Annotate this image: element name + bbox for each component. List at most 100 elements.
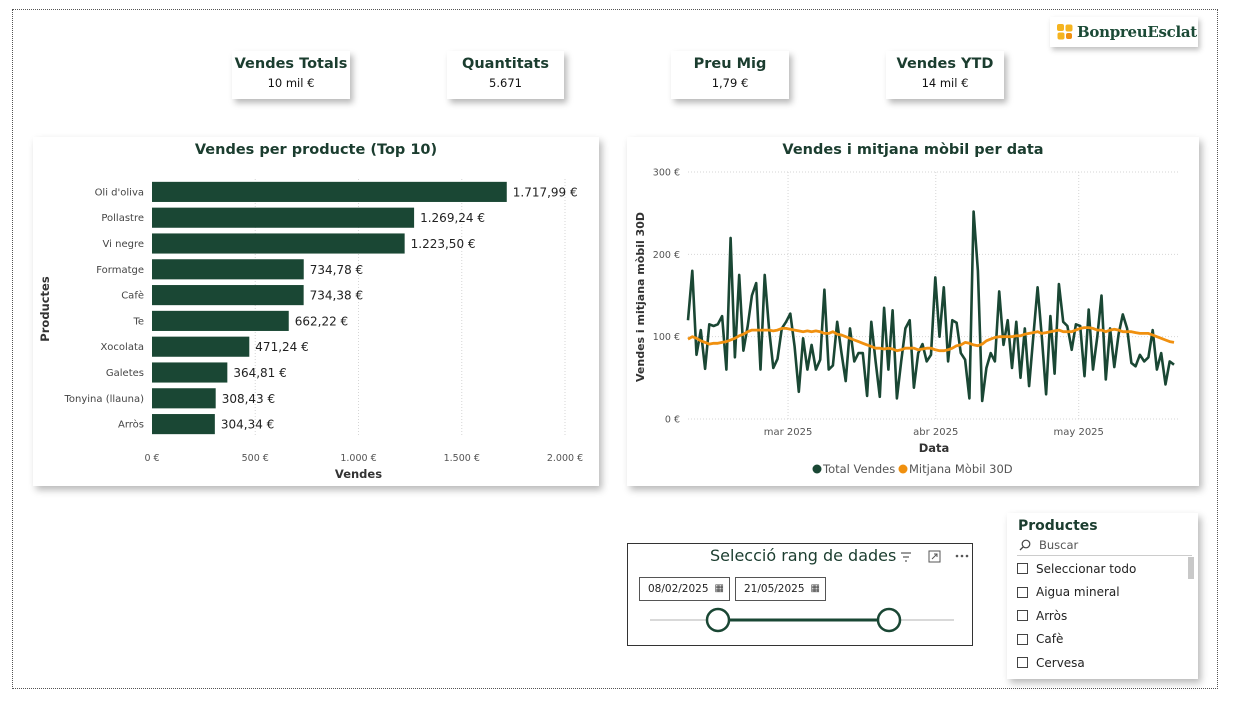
list-item[interactable]: Aigua mineral [1017, 581, 1187, 605]
data-label: 1.717,99 € [513, 185, 578, 199]
products-search[interactable]: Buscar [1017, 537, 1192, 556]
logo-text: BonpreuEsclat [1077, 23, 1197, 41]
kpi-card-quantitats[interactable]: Quantitats 5.671 [447, 51, 564, 99]
scrollbar[interactable] [1188, 557, 1194, 579]
more-options-icon[interactable] [955, 554, 969, 558]
bar [152, 388, 216, 409]
y-tick-label: Galetes [106, 368, 144, 379]
list-item-label: Cafè [1036, 632, 1064, 647]
x-axis-title: Vendes [335, 467, 382, 481]
legend-label: Total Vendes [822, 462, 895, 476]
y-tick-label: Vi negre [103, 239, 144, 250]
bar [152, 259, 304, 280]
slider-start-handle[interactable] [705, 607, 731, 633]
kpi-value: 14 mil € [921, 76, 969, 90]
x-tick-label: mar 2025 [764, 427, 813, 438]
bar [152, 310, 289, 331]
start-date-input[interactable]: 08/02/2025 ▦ [639, 577, 730, 601]
line-chart-card[interactable]: Vendes i mitjana mòbil per data 0 €100 €… [627, 137, 1199, 486]
data-label: 471,24 € [255, 340, 308, 354]
start-date-value: 08/02/2025 [648, 583, 709, 595]
y-tick-label: 0 € [665, 415, 680, 426]
kpi-card-vendes-ytd[interactable]: Vendes YTD 14 mil € [886, 51, 1004, 99]
filter-icon[interactable] [900, 551, 912, 563]
x-tick-label: 1.500 € [444, 453, 480, 464]
kpi-value: 10 mil € [267, 76, 315, 90]
list-item-label: Cervesa [1036, 655, 1085, 670]
list-item[interactable]: Arròs [1017, 604, 1187, 628]
date-range-title: Selecció rang de dades [710, 546, 897, 565]
kpi-title: Vendes Totals [234, 56, 348, 72]
checkbox[interactable] [1017, 563, 1028, 575]
date-range-slicer[interactable]: Selecció rang de dades 08/02/2025 ▦ 21/0… [627, 543, 973, 646]
checkbox[interactable] [1017, 610, 1028, 622]
data-label: 1.269,24 € [420, 211, 485, 225]
logo-icon [1057, 24, 1073, 40]
slider-end-handle[interactable] [876, 607, 902, 633]
kpi-card-preu-mig[interactable]: Preu Mig 1,79 € [671, 51, 789, 99]
line-chart: 0 € 100 € 200 € 300 € mar 2025 abr 2025 may 20… [634, 168, 1179, 476]
focus-mode-icon[interactable] [928, 550, 941, 563]
x-tick-label: 0 € [144, 453, 159, 464]
bar [152, 285, 304, 306]
y-tick-label: 300 € [653, 168, 680, 179]
checkbox[interactable] [1017, 586, 1028, 598]
y-tick-label: Pollastre [101, 213, 144, 224]
bar [152, 414, 215, 435]
calendar-icon[interactable]: ▦ [811, 578, 820, 600]
legend-label: Mitjana Mòbil 30D [909, 462, 1013, 476]
y-tick-label: Xocolata [100, 342, 144, 353]
y-tick-label: 200 € [653, 250, 680, 261]
kpi-title: Quantitats [462, 56, 549, 72]
bar [152, 207, 415, 228]
y-tick-label: Tonyina (llauna) [64, 394, 145, 405]
kpi-value: 1,79 € [711, 76, 749, 90]
search-placeholder: Buscar [1039, 538, 1079, 552]
search-icon [1019, 539, 1031, 551]
list-item-label: Arròs [1036, 608, 1068, 623]
list-item-label: Aigua mineral [1036, 585, 1120, 600]
date-range-slider[interactable] [628, 604, 974, 644]
products-slicer[interactable]: Productes Buscar Seleccionar todo Aigua … [1007, 513, 1198, 679]
checkbox[interactable] [1017, 633, 1028, 645]
bar-chart: 0 € 500 € 1.000 € 1.500 € 2.000 € Oli d'oliva… [38, 179, 583, 481]
data-label: 364,81 € [233, 366, 286, 380]
list-item-label: Seleccionar todo [1036, 561, 1137, 576]
end-date-value: 21/05/2025 [744, 583, 805, 595]
end-date-input[interactable]: 21/05/2025 ▦ [735, 577, 826, 601]
kpi-title: Vendes YTD [896, 56, 994, 72]
data-label: 734,78 € [310, 263, 363, 277]
x-tick-label: 1.000 € [340, 453, 376, 464]
kpi-title: Preu Mig [693, 56, 767, 72]
y-tick-label: 100 € [653, 332, 680, 343]
data-label: 662,22 € [295, 314, 348, 328]
x-tick-label: abr 2025 [913, 427, 958, 438]
y-axis-title: Productes [38, 276, 52, 342]
bar [152, 336, 250, 357]
legend-marker [812, 464, 822, 474]
series-line-total-vendes [686, 210, 1175, 403]
list-item[interactable]: Cervesa [1017, 651, 1187, 675]
calendar-icon[interactable]: ▦ [715, 578, 724, 600]
list-item[interactable]: Cafè [1017, 628, 1187, 652]
y-tick-label: Oli d'oliva [95, 187, 144, 198]
products-list: Seleccionar todo Aigua mineral Arròs Caf… [1017, 557, 1187, 675]
data-label: 1.223,50 € [411, 237, 476, 251]
legend-marker [898, 464, 908, 474]
checkbox[interactable] [1017, 657, 1028, 669]
data-label: 308,43 € [222, 392, 275, 406]
x-tick-label: 500 € [242, 453, 269, 464]
data-label: 304,34 € [221, 418, 274, 432]
y-tick-label: Arròs [118, 419, 144, 431]
products-slicer-title: Productes [1018, 518, 1098, 534]
kpi-card-vendes-totals[interactable]: Vendes Totals 10 mil € [232, 51, 350, 99]
data-label: 734,38 € [310, 289, 363, 303]
y-axis-title: Vendes i mitjana mòbil 30D [634, 212, 647, 382]
y-tick-label: Formatge [96, 265, 144, 276]
bar-chart-card[interactable]: Vendes per producte (Top 10) 0 €500 €1.0… [33, 137, 599, 486]
bar [152, 181, 507, 202]
x-tick-label: 2.000 € [547, 453, 583, 464]
y-tick-label: Te [132, 316, 144, 327]
list-item[interactable]: Seleccionar todo [1017, 557, 1187, 581]
x-axis-title: Data [919, 441, 950, 455]
